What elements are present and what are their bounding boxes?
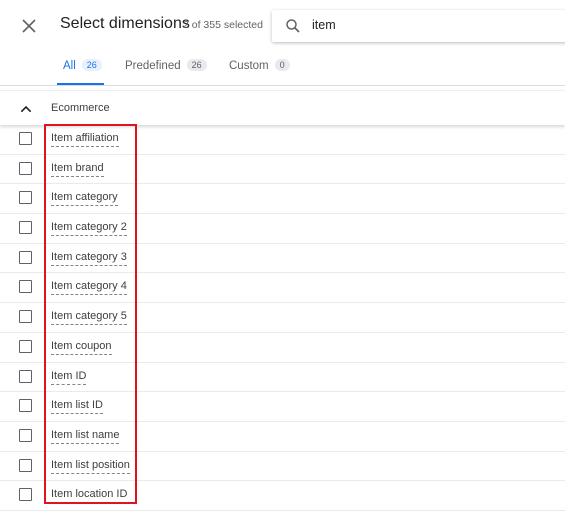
checkbox[interactable] <box>19 488 32 502</box>
dimension-label[interactable]: Item list position <box>51 459 130 474</box>
checkbox[interactable] <box>19 310 32 324</box>
list-item[interactable]: Item category 2 <box>0 214 565 244</box>
active-tab-indicator <box>57 83 104 85</box>
group-header-ecommerce[interactable]: Ecommerce <box>0 90 565 125</box>
checkbox[interactable] <box>19 132 32 145</box>
dimension-label[interactable]: Item category 3 <box>51 251 127 266</box>
tab-custom-count: 0 <box>274 59 290 71</box>
tab-all-label: All <box>63 60 76 72</box>
tab-custom-label: Custom <box>229 60 269 72</box>
dimension-label[interactable]: Item category 5 <box>51 310 127 326</box>
tab-predefined[interactable]: Predefined 26 <box>125 59 207 85</box>
dialog-title: Select dimensions <box>60 15 190 32</box>
tab-custom[interactable]: Custom 0 <box>229 59 290 85</box>
chevron-up-icon[interactable] <box>18 101 34 117</box>
dialog-header: Select dimensions 2 of 355 selected All 2… <box>0 0 565 86</box>
dimension-label[interactable]: Item list ID <box>51 399 103 415</box>
checkbox[interactable] <box>19 250 32 264</box>
list-item[interactable]: Item ID <box>0 363 565 393</box>
dimension-label[interactable]: Item list name <box>51 429 120 444</box>
tab-all[interactable]: All 26 <box>63 59 102 85</box>
dimension-label[interactable]: Item ID <box>51 370 87 385</box>
tab-predefined-label: Predefined <box>125 60 181 72</box>
dimension-label[interactable]: Item coupon <box>51 340 112 355</box>
close-icon <box>22 19 36 33</box>
checkbox[interactable] <box>19 399 32 413</box>
list-item[interactable]: Item list position <box>0 452 565 482</box>
tab-all-count: 26 <box>81 59 102 71</box>
dimension-list: Item affiliation Item brand Item categor… <box>0 125 565 511</box>
list-item[interactable]: Item category 4 <box>0 273 565 304</box>
list-item[interactable]: Item list name <box>0 422 565 452</box>
group-label: Ecommerce <box>51 102 110 114</box>
list-item[interactable]: Item affiliation <box>0 125 565 155</box>
list-item[interactable]: Item category <box>0 184 565 215</box>
close-button[interactable] <box>17 14 41 38</box>
list-item[interactable]: Item list ID <box>0 392 565 422</box>
checkbox[interactable] <box>19 339 32 353</box>
search-input[interactable] <box>312 18 512 32</box>
list-item[interactable]: Item category 3 <box>0 244 565 274</box>
list-item[interactable]: Item category 5 <box>0 303 565 333</box>
checkbox[interactable] <box>19 369 32 383</box>
checkbox[interactable] <box>19 161 32 175</box>
checkbox[interactable] <box>19 280 32 294</box>
checkbox[interactable] <box>19 221 32 235</box>
checkbox[interactable] <box>19 458 32 472</box>
search-icon <box>286 19 300 33</box>
checkbox[interactable] <box>19 191 32 205</box>
list-item[interactable]: Item location ID <box>0 481 565 511</box>
dimension-label[interactable]: Item category 4 <box>51 280 127 296</box>
list-item[interactable]: Item coupon <box>0 333 565 363</box>
dimension-label[interactable]: Item category 2 <box>51 221 127 237</box>
dimension-label[interactable]: Item category <box>51 191 118 207</box>
list-item[interactable]: Item brand <box>0 155 565 185</box>
dimension-label[interactable]: Item brand <box>51 162 104 177</box>
dimension-label[interactable]: Item location ID <box>51 488 128 504</box>
tab-predefined-count: 26 <box>186 59 207 71</box>
search-box[interactable] <box>272 10 565 42</box>
selected-count: 2 of 355 selected <box>183 19 263 31</box>
checkbox[interactable] <box>19 428 32 442</box>
dimension-label[interactable]: Item affiliation <box>51 132 119 147</box>
